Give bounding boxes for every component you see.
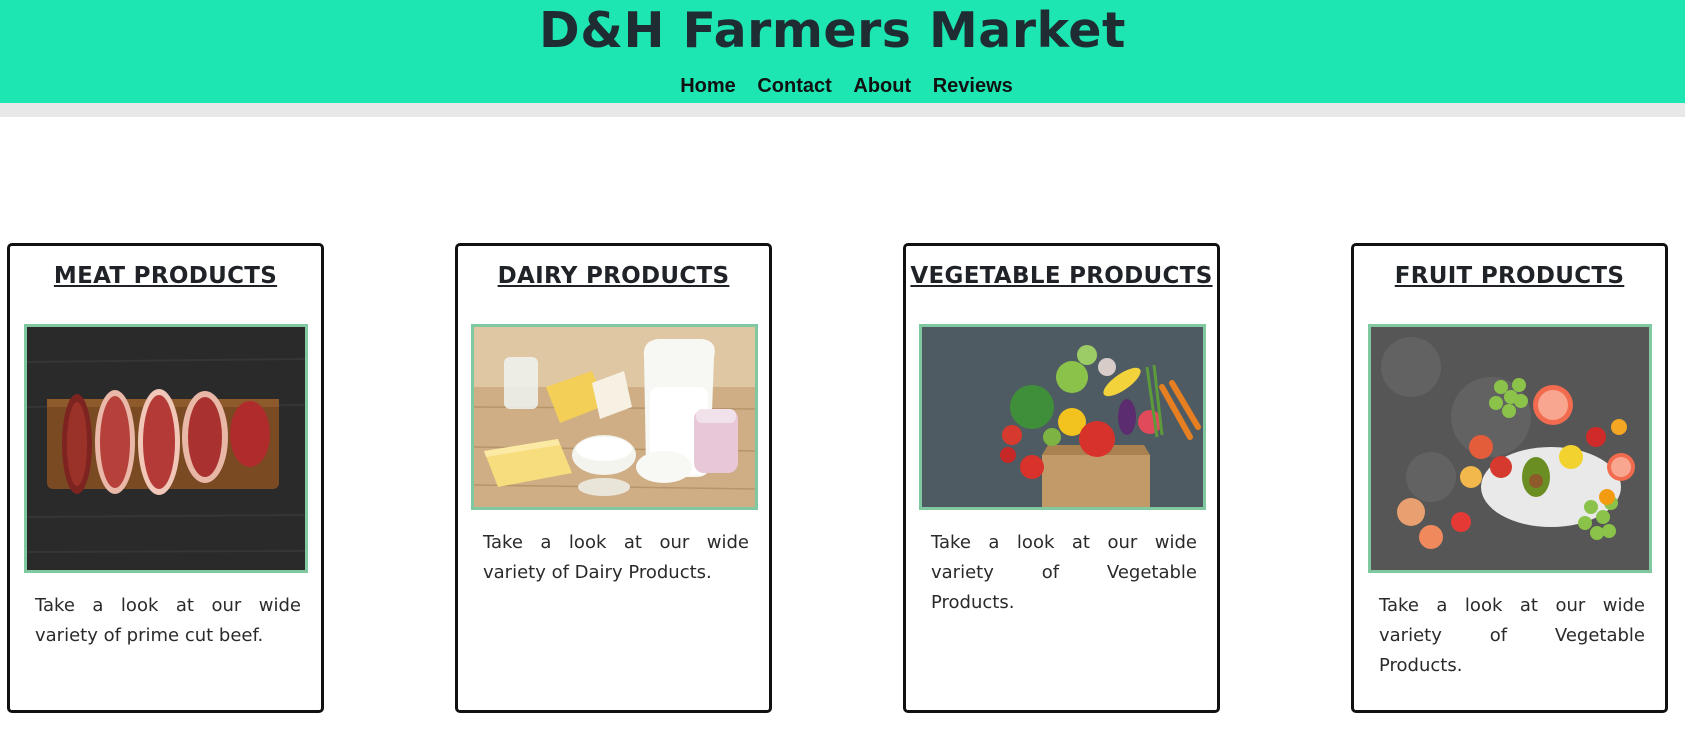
meat-photo — [24, 324, 308, 573]
card-title: MEAT PRODUCTS — [53, 263, 278, 289]
product-card-fruit[interactable]: FRUIT PRODUCTS Take a look at our wide v… — [1351, 243, 1668, 713]
fruit-photo — [1368, 324, 1652, 573]
card-description: Take a look at our wide variety of Dairy… — [483, 532, 749, 583]
nav-home-link[interactable]: Home — [680, 75, 736, 97]
nav-reviews-link[interactable]: Reviews — [933, 75, 1013, 97]
site-header: D&H Farmers Market Home Contact About Re… — [0, 0, 1685, 103]
card-description: Take a look at our wide variety of Veget… — [931, 532, 1197, 613]
card-description: Take a look at our wide variety of Veget… — [1379, 595, 1645, 676]
product-card-meat[interactable]: MEAT PRODUCTS Take a look at our wide va… — [7, 243, 324, 713]
product-card-vegetable[interactable]: VEGETABLE PRODUCTS Take a look at our wi… — [903, 243, 1220, 713]
card-title: VEGETABLE PRODUCTS — [910, 263, 1213, 289]
nav-contact-link[interactable]: Contact — [757, 75, 831, 97]
dairy-photo — [471, 324, 758, 510]
vegetable-photo — [919, 324, 1206, 510]
site-title: D&H Farmers Market — [539, 2, 1126, 59]
card-title: FRUIT PRODUCTS — [1394, 263, 1625, 289]
header-divider — [0, 103, 1685, 117]
card-description: Take a look at our wide variety of prime… — [35, 595, 301, 646]
nav-about-link[interactable]: About — [853, 75, 911, 97]
main-nav: Home Contact About Reviews — [0, 72, 1685, 100]
product-card-dairy[interactable]: DAIRY PRODUCTS Take a look at our wide v… — [455, 243, 772, 713]
card-title: DAIRY PRODUCTS — [497, 263, 730, 289]
